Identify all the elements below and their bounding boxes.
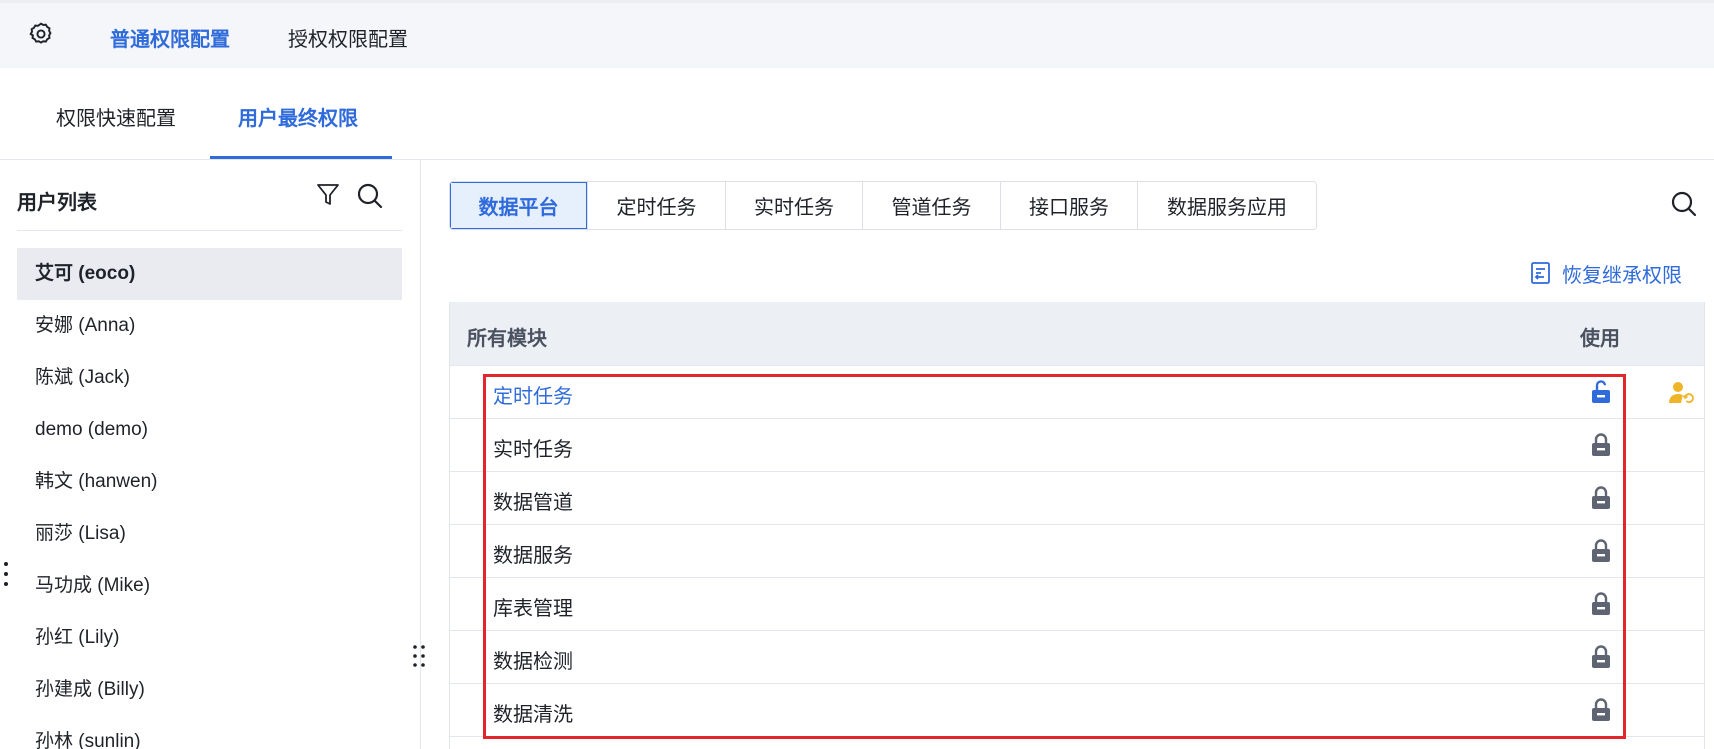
lock-icon[interactable] (1589, 591, 1613, 617)
lock-icon[interactable] (1589, 644, 1613, 670)
module-name: 数据检测 (493, 651, 573, 673)
user-list-item[interactable]: 孙建成 (Billy) (17, 664, 402, 716)
table-row: 数据服务 (450, 525, 1704, 578)
user-list-item[interactable]: 韩文 (hanwen) (17, 456, 402, 508)
user-list-item[interactable]: 孙林 (sunlin) (17, 716, 402, 749)
active-tab-underline (210, 156, 392, 159)
table-row: 实时任务 (450, 419, 1704, 472)
user-list-item[interactable]: 陈斌 (Jack) (17, 352, 402, 404)
table-row: 数据管道 (450, 472, 1704, 525)
lock-icon[interactable] (1589, 697, 1613, 723)
module-name: 库表管理 (493, 598, 573, 620)
restore-document-icon (1531, 262, 1550, 284)
tab-data-platform[interactable]: 数据平台 (450, 182, 588, 229)
lock-icon[interactable] (1589, 432, 1613, 458)
module-name: 数据管道 (493, 492, 573, 514)
tab-scheduled-task[interactable]: 定时任务 (588, 182, 726, 229)
user-list-item[interactable]: 马功成 (Mike) (17, 560, 402, 612)
restore-inherited-label: 恢复继承权限 (1562, 264, 1682, 287)
user-list-item[interactable]: 孙红 (Lily) (17, 612, 402, 664)
tab-pipeline-task[interactable]: 管道任务 (863, 182, 1001, 229)
user-list-item[interactable]: 安娜 (Anna) (17, 300, 402, 352)
tab-api-service[interactable]: 接口服务 (1001, 182, 1138, 229)
tab-quick-config[interactable]: 权限快速配置 (56, 102, 176, 131)
top-bar: 普通权限配置 授权权限配置 (0, 0, 1714, 68)
table-row: 数据清洗 (450, 684, 1704, 737)
sub-tabs: 权限快速配置 用户最终权限 (0, 68, 1714, 160)
tab-realtime-task[interactable]: 实时任务 (726, 182, 863, 229)
column-header-module: 所有模块 (467, 328, 547, 350)
tab-final-permission[interactable]: 用户最终权限 (238, 102, 358, 131)
tab-authorization-permission[interactable]: 授权权限配置 (288, 23, 408, 52)
gear-icon[interactable] (28, 21, 54, 47)
module-name: 数据清洗 (493, 704, 573, 726)
lock-icon[interactable] (1589, 485, 1613, 511)
panel-resize-handle[interactable] (411, 643, 427, 669)
user-list-panel: 用户列表 艾可 (eoco) 安娜 (Anna) 陈斌 (Jack) demo … (0, 160, 421, 749)
table-row: 数据检测 (450, 631, 1704, 684)
tab-general-permission[interactable]: 普通权限配置 (110, 23, 230, 52)
module-name: 数据服务 (493, 545, 573, 567)
sidebar-collapse-handle[interactable] (3, 560, 9, 588)
user-list-item[interactable]: 艾可 (eoco) (17, 248, 402, 300)
module-name-link[interactable]: 定时任务 (493, 380, 573, 409)
search-icon[interactable] (1670, 190, 1698, 218)
permission-table: 所有模块 使用 定时任务 实时任务 数据管道 数据服务 库表管理 数据检测 数据… (449, 302, 1705, 749)
user-list-item[interactable]: 丽莎 (Lisa) (17, 508, 402, 560)
user-list-item[interactable]: demo (demo) (17, 404, 402, 456)
tab-data-service-app[interactable]: 数据服务应用 (1138, 182, 1316, 229)
user-reset-icon[interactable] (1668, 380, 1694, 406)
table-header: 所有模块 使用 (450, 302, 1704, 366)
lock-icon[interactable] (1589, 538, 1613, 564)
table-row: 库表管理 (450, 578, 1704, 631)
unlock-icon[interactable] (1589, 379, 1613, 405)
filter-icon[interactable] (316, 182, 340, 208)
column-header-use: 使用 (1580, 328, 1620, 350)
divider (17, 230, 402, 231)
table-row: 定时任务 (450, 366, 1704, 419)
module-tabs: 数据平台 定时任务 实时任务 管道任务 接口服务 数据服务应用 (449, 181, 1317, 230)
user-list-title: 用户列表 (17, 192, 97, 214)
restore-inherited-button[interactable]: 恢复继承权限 (1530, 260, 1682, 287)
module-name: 实时任务 (493, 439, 573, 461)
search-icon[interactable] (356, 182, 384, 210)
